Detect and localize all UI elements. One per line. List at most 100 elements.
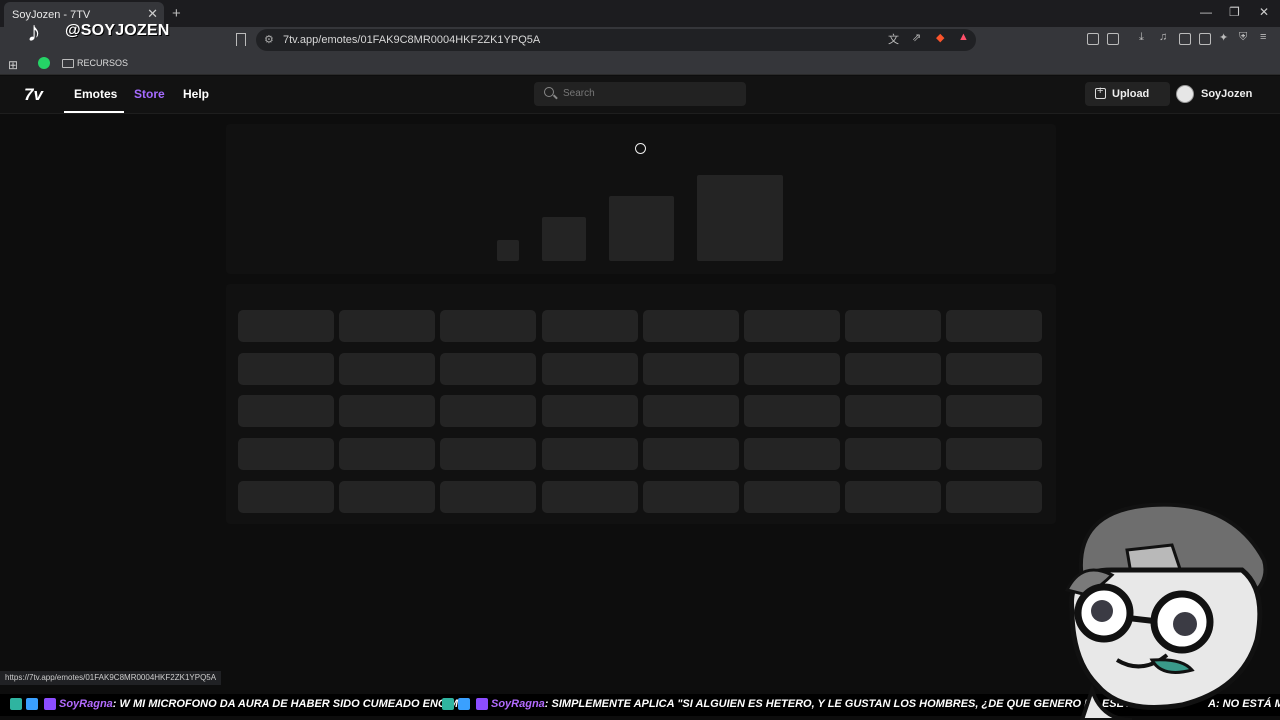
skeleton-cell (339, 352, 436, 385)
vpn-shield-icon[interactable]: ⛨ (1239, 31, 1247, 44)
screen: SoyJozen - 7TV ✕ + — ❐ ✕ ⚙ 7tv.app/emote… (0, 0, 1280, 720)
sidebar-icon[interactable] (1179, 33, 1191, 45)
emote-size-3x-placeholder (609, 196, 674, 261)
leo-ai-icon[interactable]: ✦ (1219, 31, 1228, 44)
skeleton-cell (440, 352, 537, 385)
avatar[interactable] (1176, 85, 1194, 103)
whatsapp-icon[interactable] (38, 57, 50, 69)
skeleton-cell (845, 438, 942, 471)
apps-grid-icon[interactable]: ⊞ (8, 58, 18, 72)
skeleton-cell (744, 395, 840, 428)
skeleton-cell (845, 310, 942, 342)
downloads-icon[interactable]: ⤓ (1139, 31, 1144, 44)
restore-icon[interactable]: ❐ (1229, 5, 1240, 19)
skeleton-cell (238, 352, 334, 385)
emote-size-4x-placeholder (697, 175, 783, 261)
media-icon[interactable]: ♫ (1159, 31, 1167, 43)
skeleton-cell (744, 438, 840, 471)
chat-badge-icon (476, 698, 488, 710)
new-tab-icon[interactable]: + (172, 5, 181, 22)
skeleton-cell (238, 310, 334, 342)
nav-help[interactable]: Help (183, 87, 209, 101)
skeleton-cell (845, 352, 942, 385)
skeleton-cell (238, 438, 334, 471)
skeleton-cell (744, 480, 840, 513)
close-tab-icon[interactable]: ✕ (147, 6, 158, 22)
skeleton-cell (541, 310, 638, 342)
emote-size-2x-placeholder (542, 217, 586, 261)
skeleton-cell (339, 438, 436, 471)
upload-label: Upload (1112, 88, 1150, 100)
nav-emotes[interactable]: Emotes (74, 87, 117, 101)
streamer-mascot (1064, 502, 1268, 720)
skeleton-cell (845, 395, 942, 428)
skeleton-cell (642, 310, 739, 342)
folder-icon[interactable] (62, 59, 74, 68)
brave-rewards-icon[interactable]: ▲ (958, 31, 969, 43)
nav-store[interactable]: Store (134, 87, 165, 101)
active-tab-indicator (64, 111, 124, 113)
chat-badge-icon (458, 698, 470, 710)
search-icon (544, 87, 554, 97)
skeleton-cell (541, 480, 638, 513)
skeleton-cell (642, 395, 739, 428)
brave-shield-icon[interactable]: ◆ (936, 31, 944, 44)
skeleton-cell (238, 480, 334, 513)
skeleton-cell (642, 480, 739, 513)
skeleton-cell (946, 480, 1043, 513)
close-window-icon[interactable]: ✕ (1259, 5, 1269, 19)
tiktok-handle: @SOYJOZEN (65, 22, 170, 39)
url-text[interactable]: 7tv.app/emotes/01FAK9C8MR0004HKF2ZK1YPQ5… (283, 34, 540, 46)
skeleton-cell (744, 310, 840, 342)
wallet-icon[interactable] (1199, 33, 1211, 45)
tiktok-logo-icon: ♪ (27, 16, 41, 47)
skeleton-cell (339, 480, 436, 513)
minimize-icon[interactable]: — (1200, 5, 1212, 19)
search-placeholder: Search (563, 88, 595, 99)
address-bar[interactable]: ⚙ 7tv.app/emotes/01FAK9C8MR0004HKF2ZK1YP… (256, 29, 976, 51)
site-header: 7v Emotes Store Help Search Upload SoyJo… (0, 76, 1280, 114)
skeleton-cell (946, 395, 1043, 428)
loading-spinner-icon (635, 143, 646, 154)
browser-tab-strip: SoyJozen - 7TV ✕ + — ❐ ✕ (0, 0, 1280, 27)
chat-username: SoyRagna (59, 698, 113, 710)
site-info-icon[interactable]: ⚙ (264, 33, 274, 46)
chat-badge-icon (44, 698, 56, 710)
search-input[interactable]: Search (534, 82, 746, 106)
username[interactable]: SoyJozen (1201, 88, 1252, 100)
share-icon[interactable]: ⇗ (912, 31, 921, 44)
skeleton-cell (744, 352, 840, 385)
skeleton-cell (541, 438, 638, 471)
skeleton-cell (541, 352, 638, 385)
chat-message: SoyRagna: W MI MICROFONO DA AURA DE HABE… (59, 698, 466, 710)
skeleton-cell (642, 438, 739, 471)
7tv-logo[interactable]: 7v (24, 85, 43, 105)
skeleton-cell (440, 395, 537, 428)
upload-button[interactable]: Upload (1085, 82, 1170, 106)
skeleton-cell (642, 352, 739, 385)
menu-icon[interactable]: ≡ (1260, 31, 1266, 43)
translate-icon[interactable]: 文 (888, 31, 899, 47)
extensions-icon[interactable] (1087, 33, 1099, 45)
chat-badge-icon (10, 698, 22, 710)
emote-size-1x-placeholder (497, 240, 519, 261)
extension-icon[interactable] (1107, 33, 1119, 45)
chat-username: SoyRagna (491, 698, 545, 710)
bookmark-folder-label[interactable]: RECURSOS (77, 58, 128, 68)
chat-badge-icon (26, 698, 38, 710)
chat-text: : W MI MICROFONO DA AURA DE HABER SIDO C… (112, 698, 467, 710)
upload-icon (1095, 85, 1106, 99)
skeleton-cell (946, 352, 1043, 385)
skeleton-cell (440, 438, 537, 471)
skeleton-cell (339, 310, 436, 342)
bookmark-icon[interactable] (236, 33, 246, 46)
browser-toolbar: ⚙ 7tv.app/emotes/01FAK9C8MR0004HKF2ZK1YP… (0, 27, 1280, 53)
skeleton-cell (946, 438, 1043, 471)
skeleton-cell (845, 480, 942, 513)
skeleton-cell (541, 395, 638, 428)
skeleton-cell (238, 395, 334, 428)
skeleton-cell (339, 395, 436, 428)
browser-status-bar: https://7tv.app/emotes/01FAK9C8MR0004HKF… (0, 671, 222, 685)
chat-badge-icon (442, 698, 454, 710)
skeleton-cell (440, 480, 537, 513)
